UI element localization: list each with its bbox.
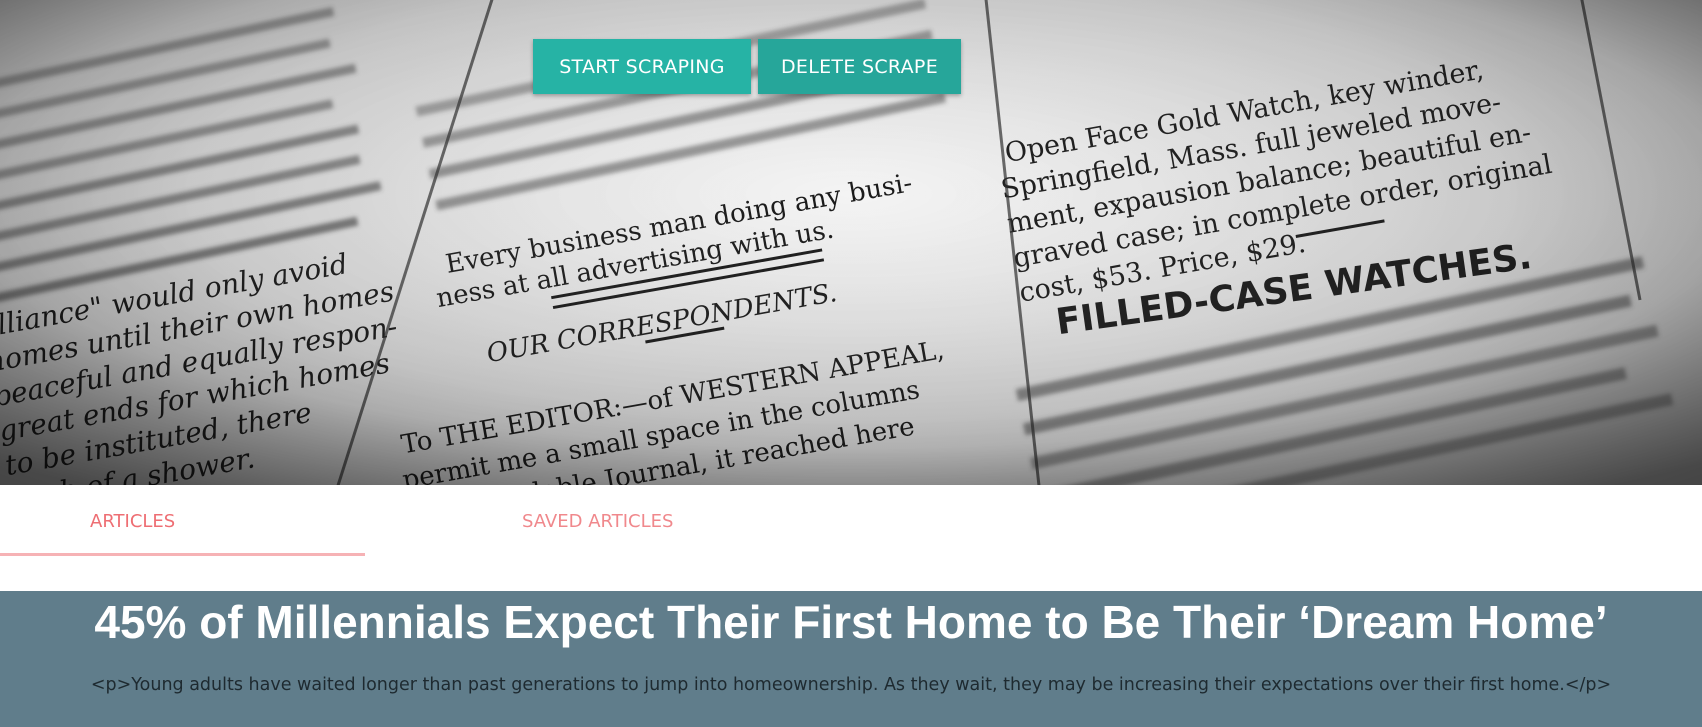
tab-articles[interactable]: ARTICLES: [90, 511, 175, 532]
article-card: 45% of Millennials Expect Their First Ho…: [0, 591, 1702, 727]
start-scraping-button[interactable]: START SCRAPING: [533, 39, 751, 94]
article-title[interactable]: 45% of Millennials Expect Their First Ho…: [0, 595, 1702, 649]
hero-banner: alliance" would only avoid homes until t…: [0, 0, 1702, 485]
tab-saved-articles[interactable]: SAVED ARTICLES: [522, 511, 673, 532]
article-summary: <p>Young adults have waited longer than …: [90, 675, 1612, 695]
active-tab-indicator: [0, 553, 365, 556]
tab-bar: ARTICLES SAVED ARTICLES: [0, 485, 1702, 556]
delete-scrape-button[interactable]: DELETE SCRAPE: [758, 39, 961, 94]
